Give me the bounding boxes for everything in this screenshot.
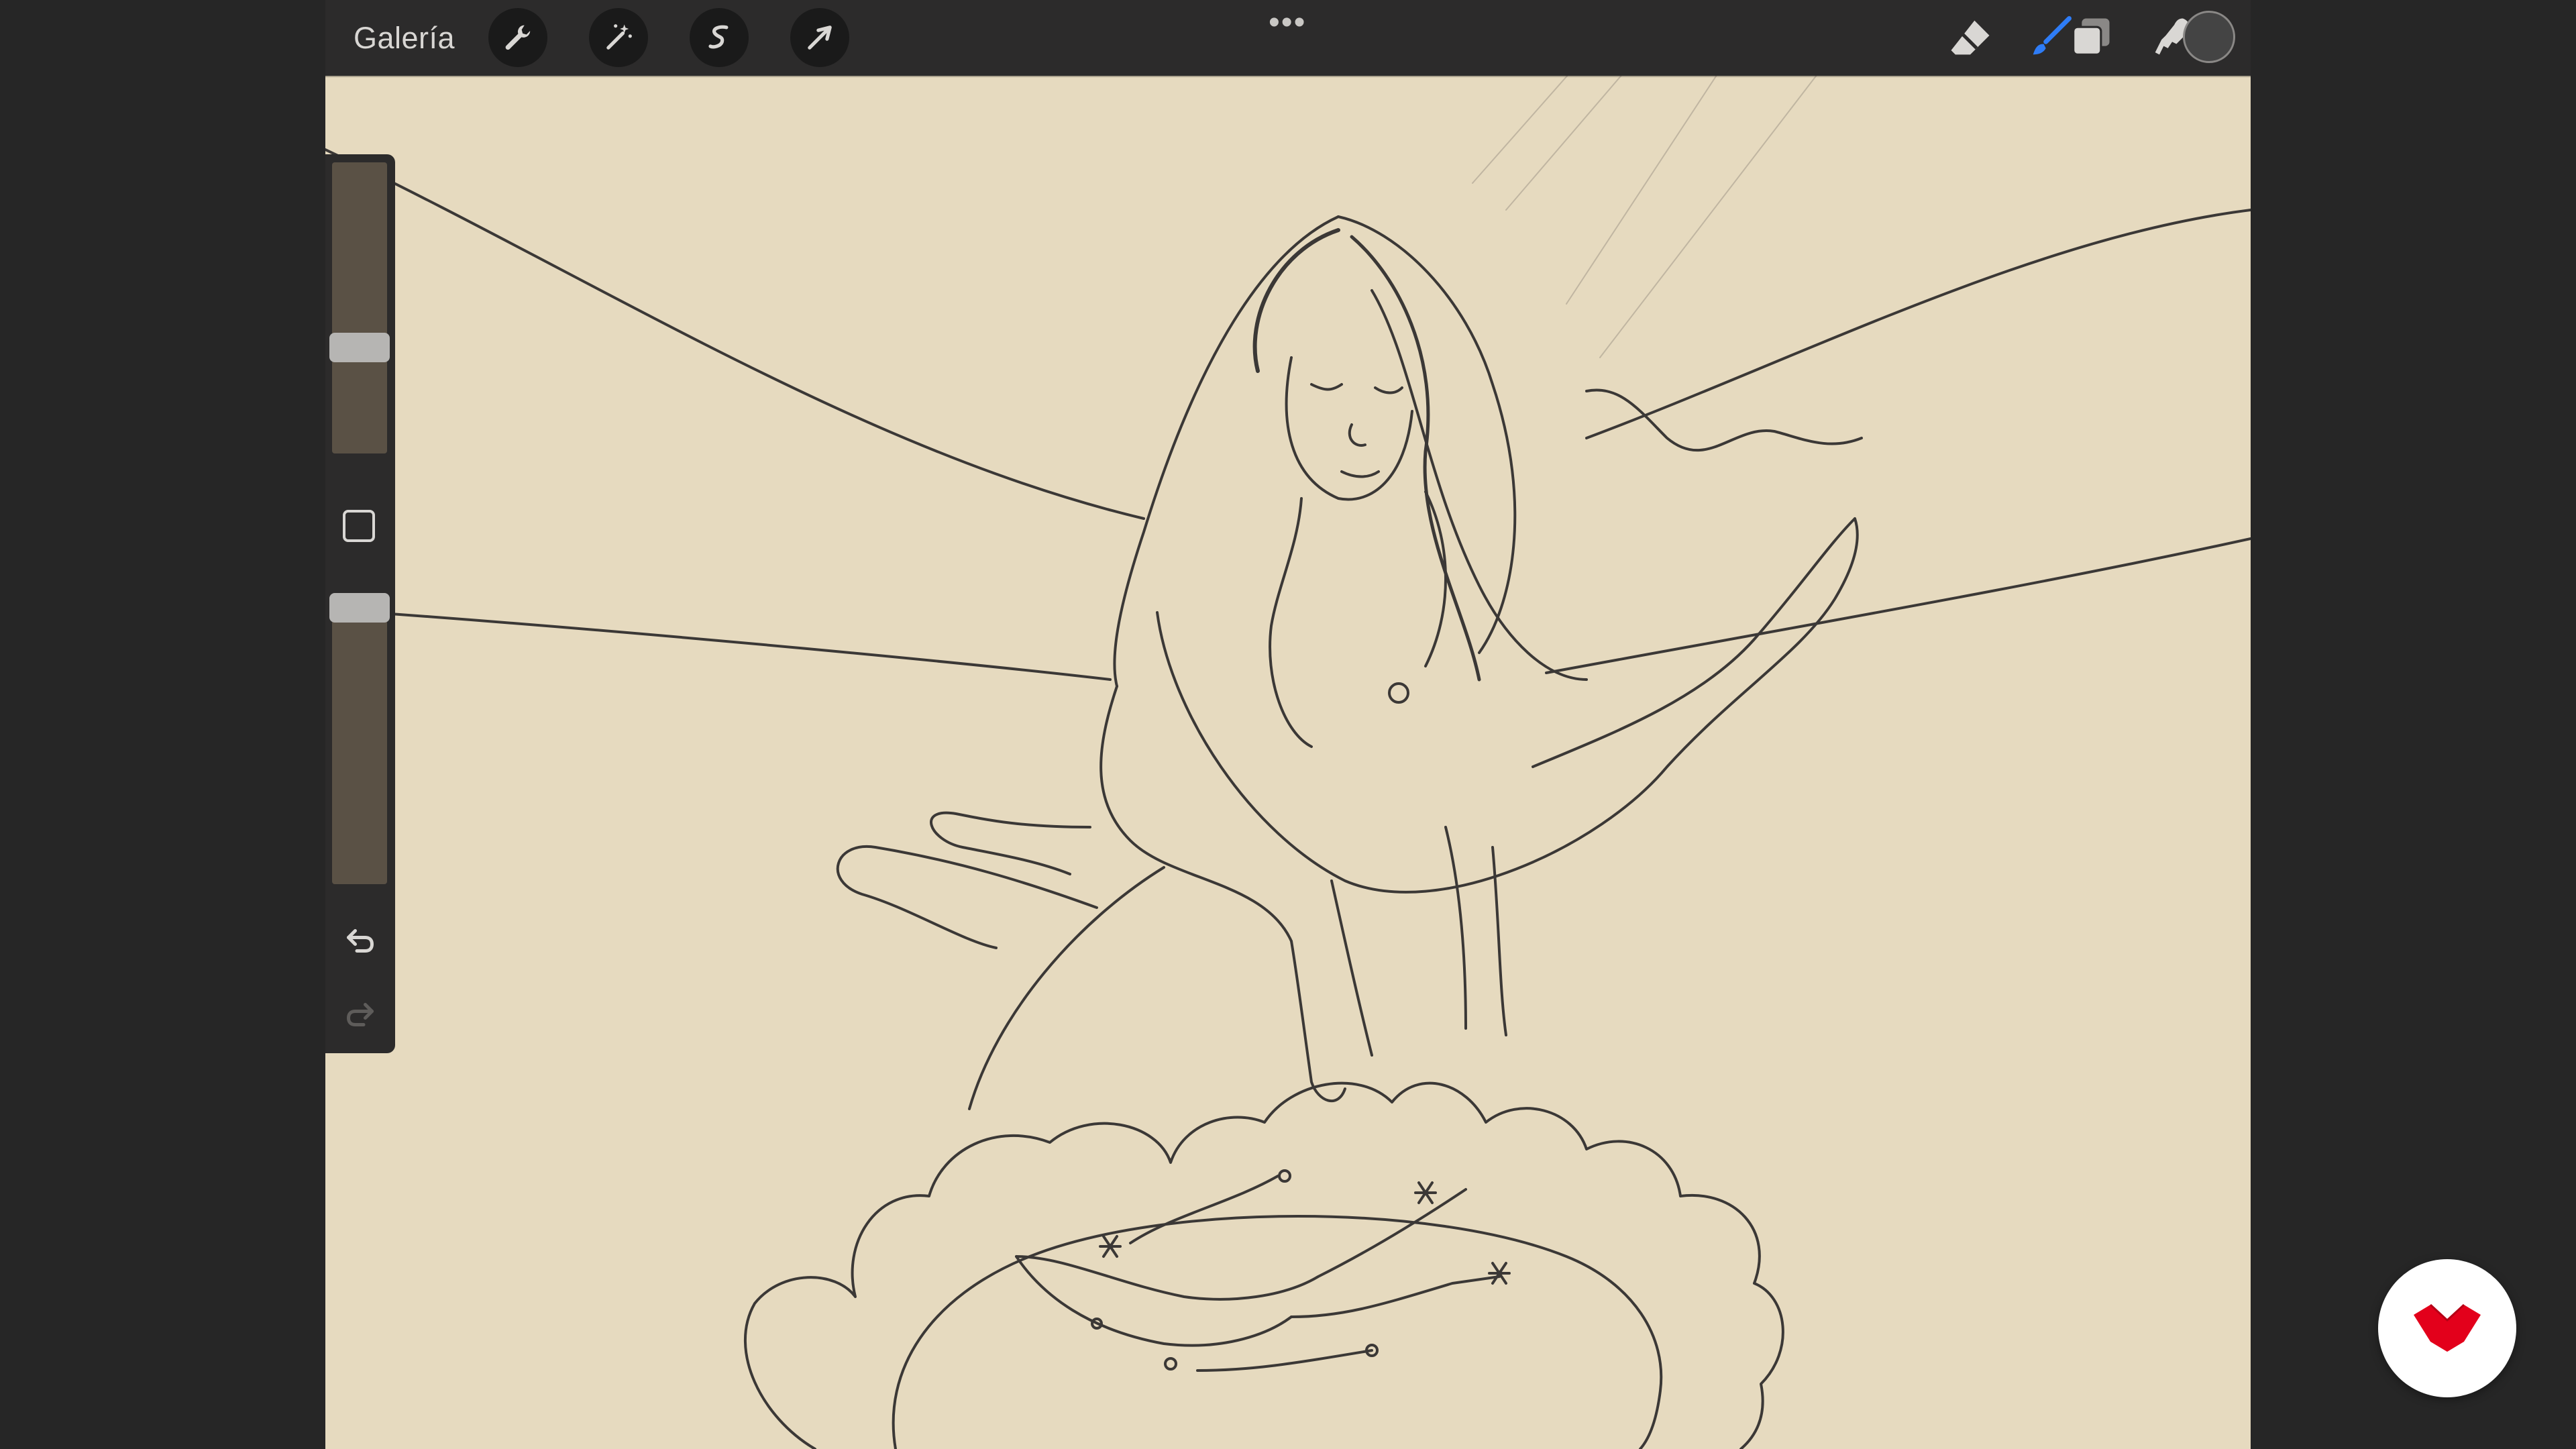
transform-button[interactable]	[790, 8, 849, 67]
left-lower-curve	[325, 608, 1112, 681]
right-lower-curve	[1545, 537, 2251, 674]
modify-button[interactable]	[343, 510, 375, 542]
sketch-artwork	[325, 68, 2251, 1449]
eraser-tool-button[interactable]	[1942, 9, 1998, 66]
layers-button[interactable]	[2062, 9, 2118, 66]
selection-icon	[708, 25, 729, 49]
procreate-app: Galería •••	[325, 0, 2251, 1449]
sidebar	[325, 154, 395, 1053]
brush-size-slider[interactable]	[329, 162, 390, 453]
light-rays	[1472, 68, 1822, 358]
actions-button[interactable]	[488, 8, 547, 67]
undo-icon[interactable]	[340, 919, 380, 959]
lotus-cloud	[743, 1081, 1784, 1449]
gallery-button[interactable]: Galería	[354, 20, 455, 56]
scarf	[1156, 517, 1859, 894]
brand-badge	[2378, 1259, 2516, 1397]
bird-constellation	[1015, 1169, 1511, 1372]
drawing-canvas[interactable]	[325, 68, 2251, 1449]
lotus-bowl	[892, 1215, 1663, 1449]
wrench-icon	[505, 25, 531, 50]
redo-icon[interactable]	[340, 993, 380, 1033]
magic-wand-icon	[606, 24, 632, 50]
brush-size-thumb[interactable]	[329, 333, 390, 362]
adjustments-button[interactable]	[589, 8, 648, 67]
hood-left	[1113, 215, 1340, 688]
more-options-button[interactable]: •••	[1269, 7, 1306, 39]
transform-icon	[808, 25, 832, 50]
layers-icon	[2072, 18, 2110, 56]
selection-button[interactable]	[690, 8, 749, 67]
brand-logo-icon	[2414, 1303, 2481, 1352]
opacity-slider[interactable]	[329, 593, 390, 884]
eraser-icon	[1951, 20, 1990, 55]
color-picker-button[interactable]	[2183, 11, 2235, 63]
left-upper-curve	[325, 148, 1145, 520]
opacity-thumb[interactable]	[329, 593, 390, 623]
